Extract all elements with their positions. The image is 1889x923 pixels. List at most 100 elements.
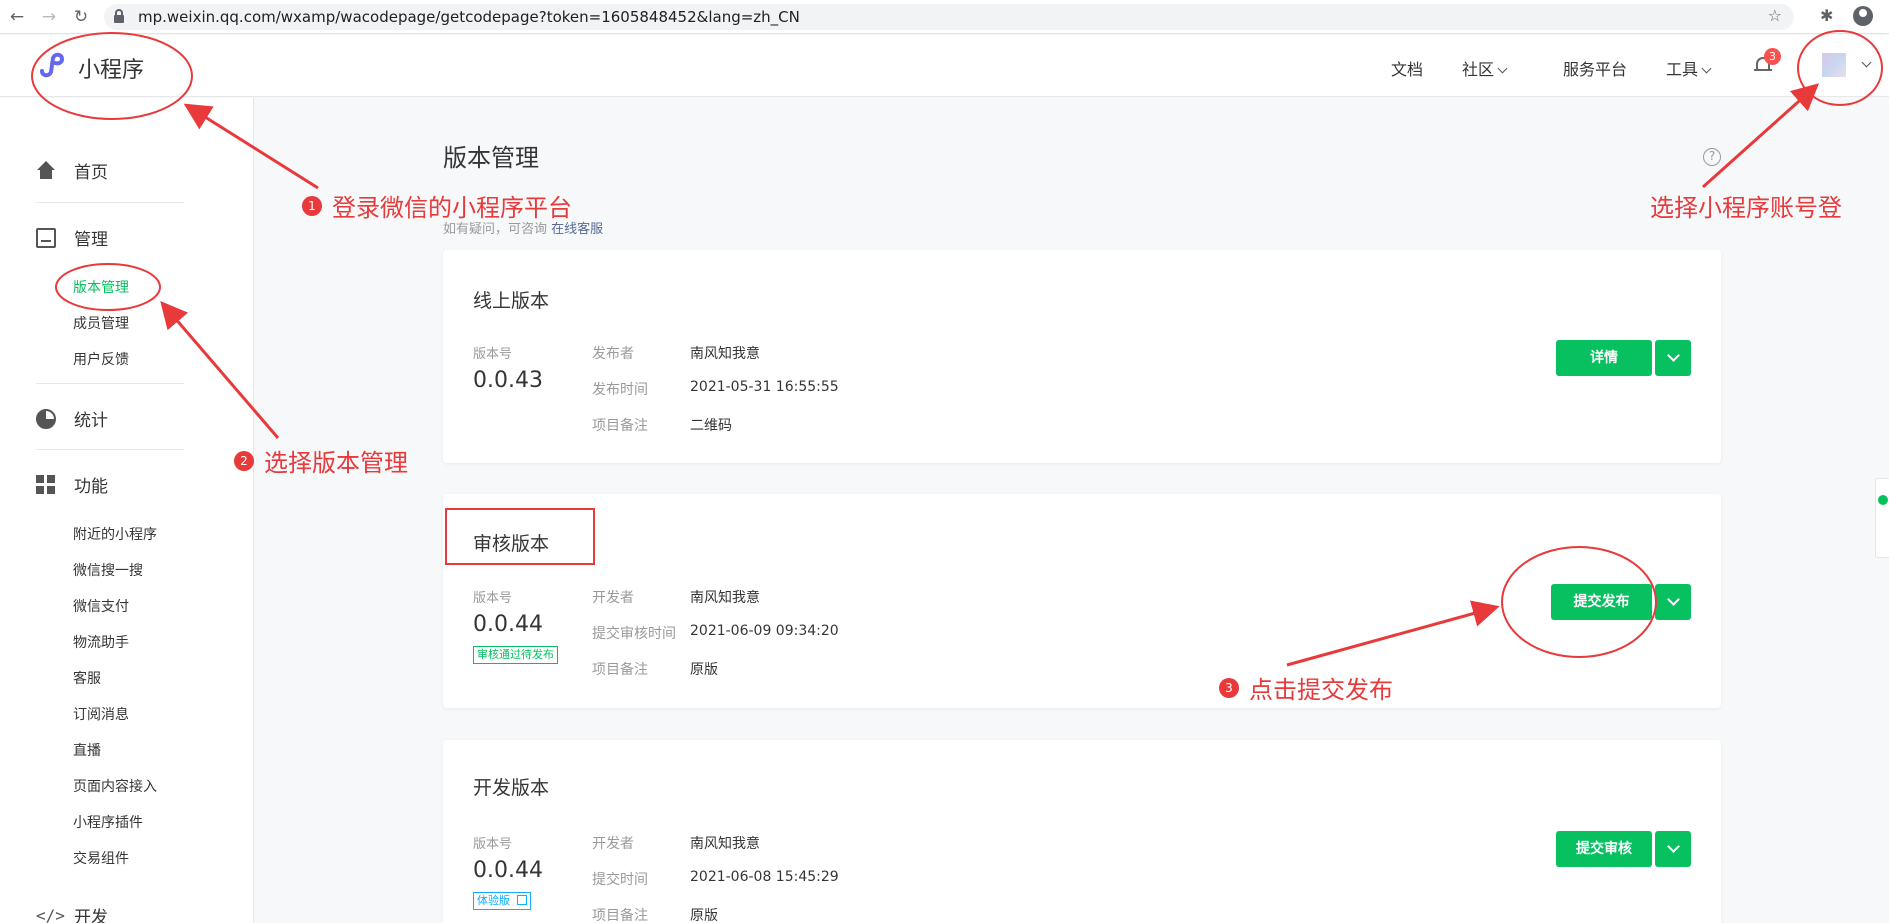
sidebar-item-label: 功能 bbox=[74, 477, 108, 497]
annotation-text: 选择小程序账号登 bbox=[1650, 194, 1842, 222]
sidebar-item-manage[interactable]: 管理 bbox=[36, 225, 108, 250]
sidebar-item-stats[interactable]: 统计 bbox=[36, 406, 108, 431]
experience-badge-label: 体验版 bbox=[477, 894, 510, 907]
code-icon: </> bbox=[36, 905, 65, 923]
meta-value: 南风知我意 bbox=[690, 346, 760, 362]
sidebar-item-customer-service[interactable]: 客服 bbox=[73, 668, 101, 688]
pie-chart-icon bbox=[36, 408, 56, 429]
sidebar-divider bbox=[36, 449, 184, 450]
sidebar-item-page-content[interactable]: 页面内容接入 bbox=[73, 776, 157, 796]
nav-docs[interactable]: 文档 bbox=[1391, 56, 1423, 80]
nav-service-platform[interactable]: 服务平台 bbox=[1563, 56, 1627, 80]
meta-key: 发布时间 bbox=[592, 382, 648, 398]
version-number: 0.0.43 bbox=[473, 368, 543, 393]
lock-icon bbox=[114, 9, 124, 23]
dev-version-card: 开发版本 版本号 0.0.44 体验版 开发者 南风知我意 提交时间 2021-… bbox=[443, 740, 1721, 923]
forward-arrow-icon[interactable]: → bbox=[38, 6, 60, 28]
submit-review-button[interactable]: 提交审核 bbox=[1556, 831, 1652, 867]
meta-key: 发布者 bbox=[592, 346, 634, 362]
annotation-text: 登录微信的小程序平台 bbox=[332, 194, 572, 222]
chevron-down-icon bbox=[1701, 63, 1712, 74]
miniprogram-logo-icon[interactable] bbox=[36, 49, 68, 81]
status-badge: 审核通过待发布 bbox=[473, 646, 558, 664]
sidebar-divider bbox=[36, 383, 184, 384]
review-dropdown-button[interactable] bbox=[1655, 584, 1691, 620]
floating-service-tab[interactable] bbox=[1875, 478, 1889, 558]
annotation-highlight-box bbox=[445, 508, 595, 565]
meta-value: 二维码 bbox=[690, 418, 732, 434]
sidebar-item-features[interactable]: 功能 bbox=[36, 472, 108, 497]
annotation-number: 3 bbox=[1219, 677, 1239, 698]
page-title: 版本管理 bbox=[443, 144, 539, 172]
sidebar-divider bbox=[36, 202, 184, 203]
meta-key: 开发者 bbox=[592, 836, 634, 852]
grid-icon bbox=[36, 474, 56, 495]
extensions-icon[interactable]: ✱ bbox=[1820, 6, 1833, 25]
address-bar[interactable]: mp.weixin.qq.com/wxamp/wacodepage/getcod… bbox=[104, 4, 1794, 30]
details-button[interactable]: 详情 bbox=[1556, 340, 1652, 376]
meta-value: 南风知我意 bbox=[690, 590, 760, 606]
back-arrow-icon[interactable]: ← bbox=[6, 6, 28, 28]
bookmark-star-icon[interactable]: ☆ bbox=[1768, 6, 1782, 25]
annotation-step-3: 3 点击提交发布 bbox=[1219, 670, 1393, 705]
help-icon[interactable]: ? bbox=[1703, 148, 1721, 166]
tray-icon bbox=[36, 227, 56, 248]
sidebar-item-subscribe[interactable]: 订阅消息 bbox=[73, 704, 129, 724]
online-service-link[interactable]: 在线客服 bbox=[551, 222, 603, 237]
sidebar-item-member-manage[interactable]: 成员管理 bbox=[73, 313, 129, 333]
annotation-arrow bbox=[1701, 83, 1820, 189]
nav-service-label: 服务平台 bbox=[1563, 60, 1628, 79]
sidebar-item-pay[interactable]: 微信支付 bbox=[73, 596, 129, 616]
annotation-number: 1 bbox=[302, 195, 322, 216]
card-title: 开发版本 bbox=[473, 777, 550, 799]
nav-community-label: 社区 bbox=[1462, 60, 1495, 79]
sidebar-item-search[interactable]: 微信搜一搜 bbox=[73, 560, 143, 580]
card-title: 线上版本 bbox=[473, 290, 550, 312]
avatar[interactable] bbox=[1822, 53, 1846, 77]
annotation-step-2: 2 选择版本管理 bbox=[234, 443, 408, 478]
sidebar-item-live[interactable]: 直播 bbox=[73, 740, 101, 760]
help-note-text: 如有疑问，可咨询 bbox=[443, 222, 548, 237]
sidebar-item-label: 首页 bbox=[74, 163, 108, 183]
qrcode-icon[interactable] bbox=[516, 895, 527, 905]
submit-release-button[interactable]: 提交发布 bbox=[1551, 584, 1652, 620]
meta-value: 原版 bbox=[690, 662, 718, 678]
sidebar-item-label: 管理 bbox=[74, 230, 108, 250]
meta-value: 2021-05-31 16:55:55 bbox=[690, 379, 839, 395]
meta-key: 开发者 bbox=[592, 590, 634, 606]
url-text: mp.weixin.qq.com/wxamp/wacodepage/getcod… bbox=[138, 8, 800, 26]
sidebar-item-trade[interactable]: 交易组件 bbox=[73, 848, 129, 868]
meta-value: 原版 bbox=[690, 908, 718, 923]
annotation-number: 2 bbox=[234, 450, 254, 471]
browser-profile-icon[interactable] bbox=[1853, 6, 1873, 26]
review-version-card: 审核版本 版本号 0.0.44 审核通过待发布 开发者 南风知我意 提交审核时间… bbox=[443, 494, 1721, 708]
nav-tools-label: 工具 bbox=[1666, 60, 1699, 79]
chevron-down-icon[interactable] bbox=[1861, 57, 1872, 68]
experience-badge: 体验版 bbox=[473, 892, 531, 910]
meta-key: 提交时间 bbox=[592, 872, 648, 888]
sidebar-item-label: 统计 bbox=[74, 411, 108, 431]
sidebar-item-logistics[interactable]: 物流助手 bbox=[73, 632, 129, 652]
annotation-account-login: 选择小程序账号登 bbox=[1650, 188, 1842, 223]
sidebar-item-version-manage[interactable]: 版本管理 bbox=[73, 277, 129, 297]
sidebar-item-dev[interactable]: </> 开发 bbox=[36, 903, 108, 923]
annotation-step-1: 1 登录微信的小程序平台 bbox=[302, 188, 572, 223]
sidebar-item-nearby[interactable]: 附近的小程序 bbox=[73, 524, 157, 544]
sidebar-item-user-feedback[interactable]: 用户反馈 bbox=[73, 349, 129, 369]
browser-toolbar: ← → ↻ mp.weixin.qq.com/wxamp/wacodepage/… bbox=[0, 0, 1889, 34]
nav-community[interactable]: 社区 bbox=[1462, 56, 1508, 80]
meta-key: 项目备注 bbox=[592, 418, 648, 434]
version-number: 0.0.44 bbox=[473, 858, 543, 883]
sidebar-item-label: 开发 bbox=[74, 908, 108, 923]
annotation-text: 选择版本管理 bbox=[264, 449, 408, 477]
online-dropdown-button[interactable] bbox=[1655, 340, 1691, 376]
reload-icon[interactable]: ↻ bbox=[70, 6, 92, 28]
version-label: 版本号 bbox=[473, 347, 513, 362]
meta-value: 2021-06-09 09:34:20 bbox=[690, 623, 839, 639]
sidebar-item-plugins[interactable]: 小程序插件 bbox=[73, 812, 143, 832]
annotation-text: 点击提交发布 bbox=[1249, 676, 1393, 704]
sidebar-item-home[interactable]: 首页 bbox=[36, 158, 108, 183]
dev-dropdown-button[interactable] bbox=[1655, 831, 1691, 867]
logo-text[interactable]: 小程序 bbox=[78, 52, 144, 84]
nav-tools[interactable]: 工具 bbox=[1666, 56, 1712, 80]
